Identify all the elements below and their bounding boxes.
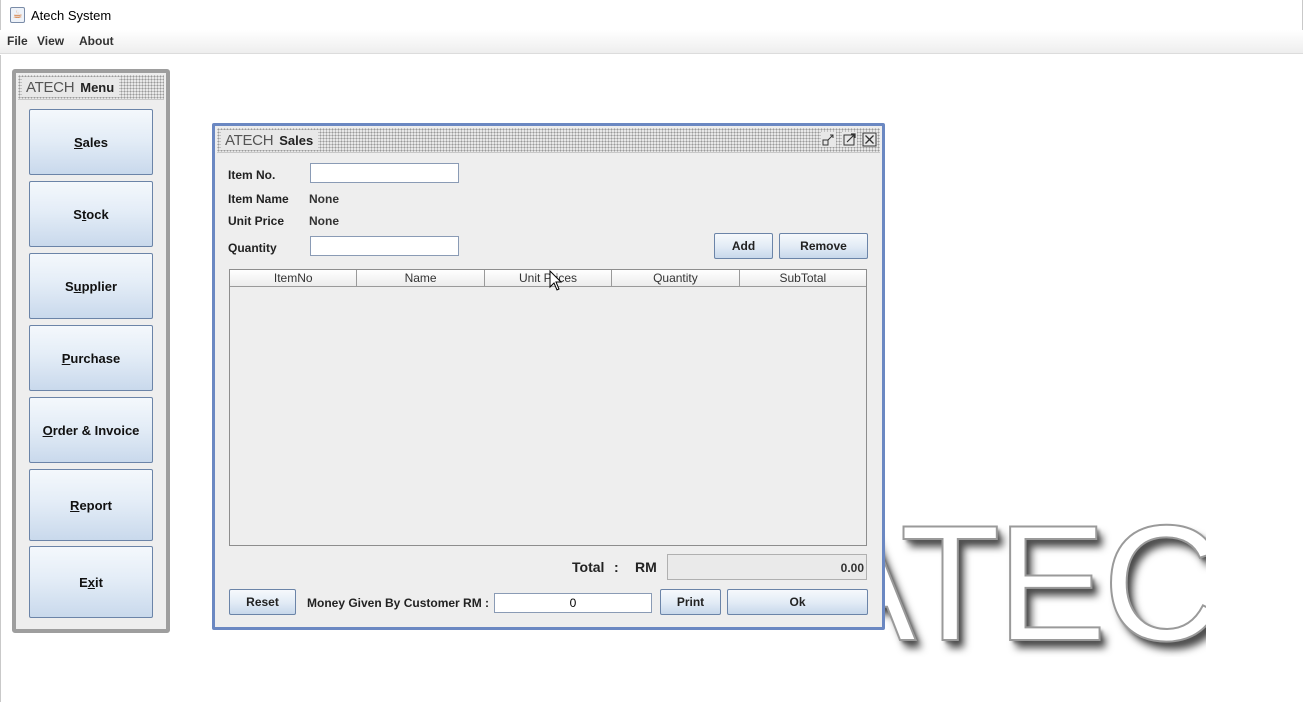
maximize-icon[interactable]: [842, 132, 857, 147]
background-logo: ATECH: [876, 507, 1206, 657]
unit-price-value: None: [309, 214, 339, 228]
report-button-mnemonic: R: [70, 497, 80, 513]
item-no-input[interactable]: [310, 163, 459, 183]
sales-table[interactable]: ItemNo Name Unit Prices Quantity SubTota…: [229, 269, 867, 546]
menubar: File View About: [0, 30, 1303, 54]
supplier-button-label-pre: S: [64, 278, 74, 294]
money-given-input[interactable]: [494, 593, 652, 613]
report-button[interactable]: Report: [29, 469, 153, 541]
money-given-label: Money Given By Customer RM :: [307, 596, 490, 610]
background-logo-text: ATECH: [876, 507, 1206, 657]
order-invoice-button[interactable]: Order & Invoice: [29, 397, 153, 463]
unit-price-label: Unit Price: [228, 214, 285, 228]
total-currency-label: RM: [635, 559, 657, 575]
report-button-label-post: eport: [79, 497, 112, 513]
sales-button[interactable]: Sales: [29, 109, 153, 175]
sales-frame-titlebar[interactable]: ATECH Sales: [217, 128, 880, 153]
column-header-itemno[interactable]: ItemNo: [230, 270, 358, 286]
add-button[interactable]: Add: [714, 233, 773, 259]
sales-button-label-post: ales: [82, 134, 108, 150]
exit-button-mnemonic: x: [87, 574, 95, 590]
supplier-button-label-post: pplier: [81, 278, 118, 294]
atech-logo-icon: ATECH: [225, 131, 274, 149]
column-header-quantity[interactable]: Quantity: [612, 270, 740, 286]
stock-button[interactable]: St ock: [29, 181, 153, 247]
menu-frame: ATECH Menu Sales St ock Su pplier Purchase…: [12, 69, 170, 633]
item-no-label: Item No.: [228, 168, 276, 182]
quantity-label: Quantity: [228, 241, 277, 255]
total-separator: :: [614, 559, 619, 575]
mouse-cursor-icon: [549, 270, 563, 291]
exit-button[interactable]: Ex it: [29, 546, 153, 618]
column-header-subtotal[interactable]: SubTotal: [740, 270, 866, 286]
reset-button[interactable]: Reset: [229, 589, 296, 615]
column-header-name[interactable]: Name: [357, 270, 485, 286]
desktop-pane: ATECH ATECH Menu Sales Stock Supplier Pu…: [0, 55, 1303, 702]
window-title: Atech System: [31, 8, 112, 23]
sales-button-mnemonic: S: [74, 134, 83, 150]
menu-view[interactable]: View: [37, 34, 64, 48]
exit-button-label-pre: E: [79, 574, 88, 590]
java-app-icon: ☕: [10, 7, 25, 23]
menu-file[interactable]: File: [7, 34, 28, 48]
remove-button[interactable]: Remove: [779, 233, 868, 259]
iconify-icon[interactable]: [821, 132, 836, 147]
ok-button[interactable]: Ok: [727, 589, 868, 615]
print-button[interactable]: Print: [660, 589, 721, 615]
sales-frame: ATECH Sales Item No. Item Name None Unit…: [212, 123, 885, 630]
menu-frame-title: Menu: [80, 79, 115, 95]
stock-button-label-post: ock: [86, 206, 109, 222]
quantity-input[interactable]: [310, 236, 459, 256]
atech-logo-icon: ATECH: [26, 78, 75, 96]
sales-frame-title: Sales: [279, 132, 314, 148]
purchase-button[interactable]: Purchase: [29, 325, 153, 391]
purchase-button-mnemonic: P: [61, 350, 71, 366]
purchase-button-label-post: urchase: [70, 350, 121, 366]
window-titlebar: ☕ Atech System: [0, 0, 1303, 30]
supplier-button-mnemonic: u: [73, 278, 82, 294]
item-name-label: Item Name: [228, 192, 289, 206]
menu-about[interactable]: About: [79, 34, 114, 48]
order-invoice-button-mnemonic: O: [42, 422, 53, 438]
supplier-button[interactable]: Su pplier: [29, 253, 153, 319]
stock-button-label-pre: S: [73, 206, 82, 222]
close-icon[interactable]: [862, 132, 877, 147]
menu-frame-titlebar[interactable]: ATECH Menu: [18, 75, 164, 100]
item-name-value: None: [309, 192, 339, 206]
total-label: Total: [572, 559, 605, 575]
total-value: 0.00: [667, 554, 867, 580]
table-header: ItemNo Name Unit Prices Quantity SubTota…: [230, 270, 866, 287]
order-invoice-button-label-post: rder & Invoice: [52, 422, 140, 438]
exit-button-label-post: it: [94, 574, 103, 590]
